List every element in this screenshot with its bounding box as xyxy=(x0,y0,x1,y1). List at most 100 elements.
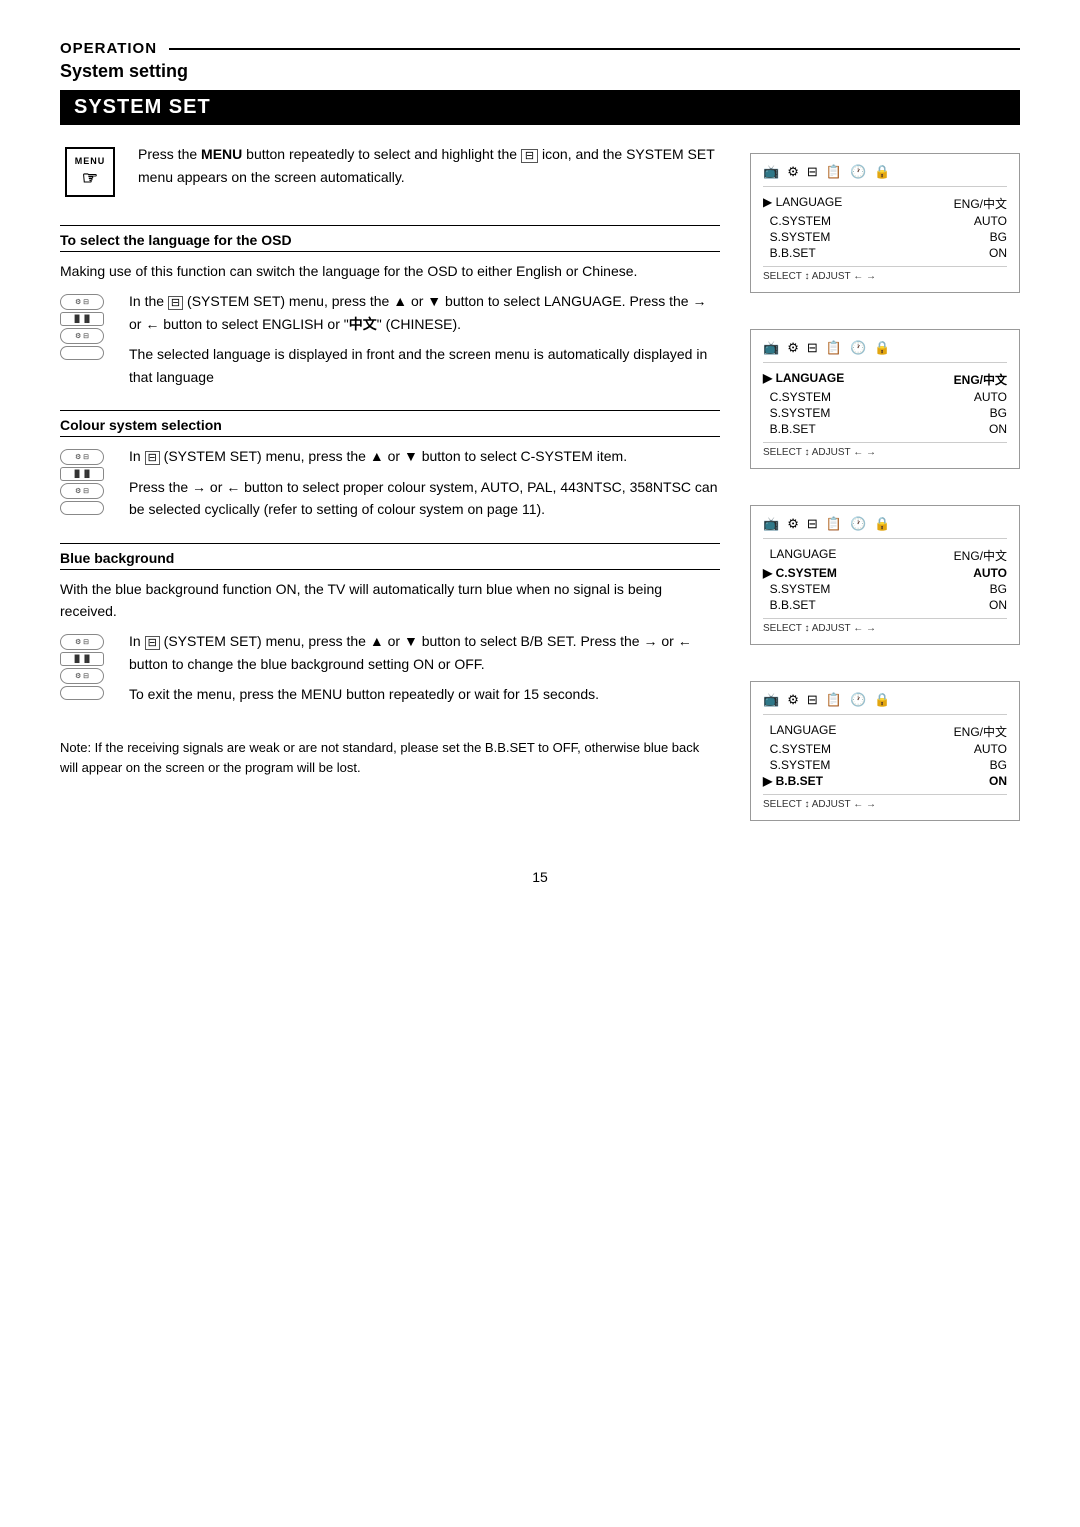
osd-panel-4: 📺 ⚙ ⊟ 📋 🕐 🔒 LANGUAGE ENG/中文 C.SYSTEM AUT… xyxy=(750,681,1020,821)
note-text: Note: If the receiving signals are weak … xyxy=(60,738,720,780)
rc-btn-3: ⚙ ⊟ xyxy=(60,328,104,344)
osd-p3-r1-value: ENG/中文 xyxy=(954,547,1007,564)
osd-panel1-row3: S.SYSTEM BG xyxy=(763,230,1007,244)
osd-panel-3: 📺 ⚙ ⊟ 📋 🕐 🔒 LANGUAGE ENG/中文 ▶ C.SYSTEM A… xyxy=(750,505,1020,645)
osd-panel4-select-adjust: SELECT ↕ ADJUST ← → xyxy=(763,794,1007,810)
osd-panel1-row2: C.SYSTEM AUTO xyxy=(763,214,1007,228)
osd-panel-2: 📺 ⚙ ⊟ 📋 🕐 🔒 ▶ LANGUAGE ENG/中文 C.SYSTEM A… xyxy=(750,329,1020,469)
osd-icon-sys: ⊟ xyxy=(807,164,818,180)
rc-btn-1: ⚙ ⊟ xyxy=(60,294,104,310)
blue-subsection: ⚙ ⊟ ▐▌▐▌ ⚙ ⊟ In ⊟ (SYSTEM SET) menu, pre… xyxy=(60,630,720,713)
rc-btn-2: ▐▌▐▌ xyxy=(60,312,104,326)
sys-set-icon-blue: ⊟ xyxy=(145,636,160,650)
osd-icon-info: 📋 xyxy=(826,164,842,180)
osd-p1-r4-value: ON xyxy=(989,246,1007,260)
osd-p1-r1-value: ENG/中文 xyxy=(954,195,1007,212)
osd-p3-icon-tv: 📺 xyxy=(763,516,779,532)
osd-instruction: In the ⊟ (SYSTEM SET) menu, press the ▲ … xyxy=(129,290,720,335)
osd-panel2-select-adjust: SELECT ↕ ADJUST ← → xyxy=(763,442,1007,458)
osd-icon-group: ⚙ ⊟ ▐▌▐▌ ⚙ ⊟ xyxy=(60,294,115,360)
osd-panel2-rows: ▶ LANGUAGE ENG/中文 C.SYSTEM AUTO S.SYSTEM… xyxy=(763,371,1007,436)
osd-p4-r3-label: S.SYSTEM xyxy=(763,758,990,772)
menu-icon-hand: ☞ xyxy=(82,168,98,189)
intro-text-block: Press the MENU button repeatedly to sele… xyxy=(138,143,720,197)
osd-panel4-rows: LANGUAGE ENG/中文 C.SYSTEM AUTO S.SYSTEM B… xyxy=(763,723,1007,788)
osd-p4-r2-value: AUTO xyxy=(974,742,1007,756)
osd-p2-icon-info: 📋 xyxy=(826,340,842,356)
osd-p2-r1-label: ▶ LANGUAGE xyxy=(763,371,954,388)
colour-section-divider xyxy=(60,410,720,411)
osd-panel3-select-adjust: SELECT ↕ ADJUST ← → xyxy=(763,618,1007,634)
menu-icon: MENU ☞ xyxy=(65,147,115,197)
operation-title: OPERATION xyxy=(60,40,157,57)
blue-icon-group: ⚙ ⊟ ▐▌▐▌ ⚙ ⊟ xyxy=(60,634,115,700)
osd-p1-r4-label: B.B.SET xyxy=(763,246,989,260)
osd-p4-icon-sys: ⊟ xyxy=(807,692,818,708)
osd-panel4-row1: LANGUAGE ENG/中文 xyxy=(763,723,1007,740)
osd-p2-r1-value: ENG/中文 xyxy=(954,371,1007,388)
osd-icon-tv: 📺 xyxy=(763,164,779,180)
osd-p4-icon-settings: ⚙ xyxy=(787,692,799,708)
colour-side-icons: ⚙ ⊟ ▐▌▐▌ ⚙ ⊟ xyxy=(60,445,115,528)
osd-panel1-row4: B.B.SET ON xyxy=(763,246,1007,260)
osd-text-block: In the ⊟ (SYSTEM SET) menu, press the ▲ … xyxy=(129,290,720,396)
osd-p3-r4-label: B.B.SET xyxy=(763,598,989,612)
colour-rc-btn-1: ⚙ ⊟ xyxy=(60,449,104,465)
osd-icon-lock: 🔒 xyxy=(874,164,890,180)
osd-panel3-rows: LANGUAGE ENG/中文 ▶ C.SYSTEM AUTO S.SYSTEM… xyxy=(763,547,1007,612)
osd-p2-r3-value: BG xyxy=(990,406,1007,420)
system-set-banner: SYSTEM SET xyxy=(60,90,1020,125)
blue-rc-btn-4 xyxy=(60,686,104,700)
osd-p2-r2-label: C.SYSTEM xyxy=(763,390,974,404)
osd-p1-r2-value: AUTO xyxy=(974,214,1007,228)
osd-panel2-row1: ▶ LANGUAGE ENG/中文 xyxy=(763,371,1007,388)
osd-panel4-row4: ▶ B.B.SET ON xyxy=(763,774,1007,788)
osd-p4-r1-label: LANGUAGE xyxy=(763,723,954,740)
colour-instruction1: In ⊟ (SYSTEM SET) menu, press the ▲ or ▼… xyxy=(129,445,720,468)
osd-panel3-row1: LANGUAGE ENG/中文 xyxy=(763,547,1007,564)
operation-line xyxy=(169,48,1020,50)
osd-p3-icon-info: 📋 xyxy=(826,516,842,532)
colour-section-heading: Colour system selection xyxy=(60,417,720,437)
osd-p4-r1-value: ENG/中文 xyxy=(954,723,1007,740)
osd-panel1-select-adjust: SELECT ↕ ADJUST ← → xyxy=(763,266,1007,282)
colour-text-block: In ⊟ (SYSTEM SET) menu, press the ▲ or ▼… xyxy=(129,445,720,528)
osd-p4-r4-value: ON xyxy=(989,774,1007,788)
blue-rc-btn-2: ▐▌▐▌ xyxy=(60,652,104,666)
blue-text1: With the blue background function ON, th… xyxy=(60,578,720,623)
blue-text-block: In ⊟ (SYSTEM SET) menu, press the ▲ or ▼… xyxy=(129,630,720,713)
osd-p4-icon-clock: 🕐 xyxy=(850,692,866,708)
menu-icon-label: MENU xyxy=(75,156,106,166)
chinese-label: 中文 xyxy=(349,316,377,332)
page-number: 15 xyxy=(60,869,1020,885)
menu-bold: MENU xyxy=(201,146,242,162)
intro-section: MENU ☞ Press the MENU button repeatedly … xyxy=(60,143,720,197)
sys-set-icon-colour: ⊟ xyxy=(145,451,160,465)
osd-panel3-row4: B.B.SET ON xyxy=(763,598,1007,612)
osd-panel4-row2: C.SYSTEM AUTO xyxy=(763,742,1007,756)
left-column: MENU ☞ Press the MENU button repeatedly … xyxy=(60,143,720,839)
osd-p3-r2-label: ▶ C.SYSTEM xyxy=(763,566,973,580)
osd-panel3-icons: 📺 ⚙ ⊟ 📋 🕐 🔒 xyxy=(763,516,1007,539)
osd-p2-r4-label: B.B.SET xyxy=(763,422,989,436)
blue-section-divider xyxy=(60,543,720,544)
osd-p2-r2-value: AUTO xyxy=(974,390,1007,404)
osd-p3-r3-value: BG xyxy=(990,582,1007,596)
osd-p1-r3-label: S.SYSTEM xyxy=(763,230,990,244)
operation-header: OPERATION xyxy=(60,40,1020,57)
osd-panel3-row3: S.SYSTEM BG xyxy=(763,582,1007,596)
osd-p2-icon-settings: ⚙ xyxy=(787,340,799,356)
osd-panel2-row4: B.B.SET ON xyxy=(763,422,1007,436)
osd-panel2-row2: C.SYSTEM AUTO xyxy=(763,390,1007,404)
osd-p2-icon-lock: 🔒 xyxy=(874,340,890,356)
osd-p4-r4-label: ▶ B.B.SET xyxy=(763,774,989,788)
blue-instruction2: To exit the menu, press the MENU button … xyxy=(129,683,720,705)
colour-rc-btn-3: ⚙ ⊟ xyxy=(60,483,104,499)
osd-p4-r3-value: BG xyxy=(990,758,1007,772)
osd-p2-r3-label: S.SYSTEM xyxy=(763,406,990,420)
osd-p4-icon-info: 📋 xyxy=(826,692,842,708)
osd-section-heading: To select the language for the OSD xyxy=(60,232,720,252)
colour-rc-btn-4 xyxy=(60,501,104,515)
osd-panel2-icons: 📺 ⚙ ⊟ 📋 🕐 🔒 xyxy=(763,340,1007,363)
osd-p2-icon-clock: 🕐 xyxy=(850,340,866,356)
